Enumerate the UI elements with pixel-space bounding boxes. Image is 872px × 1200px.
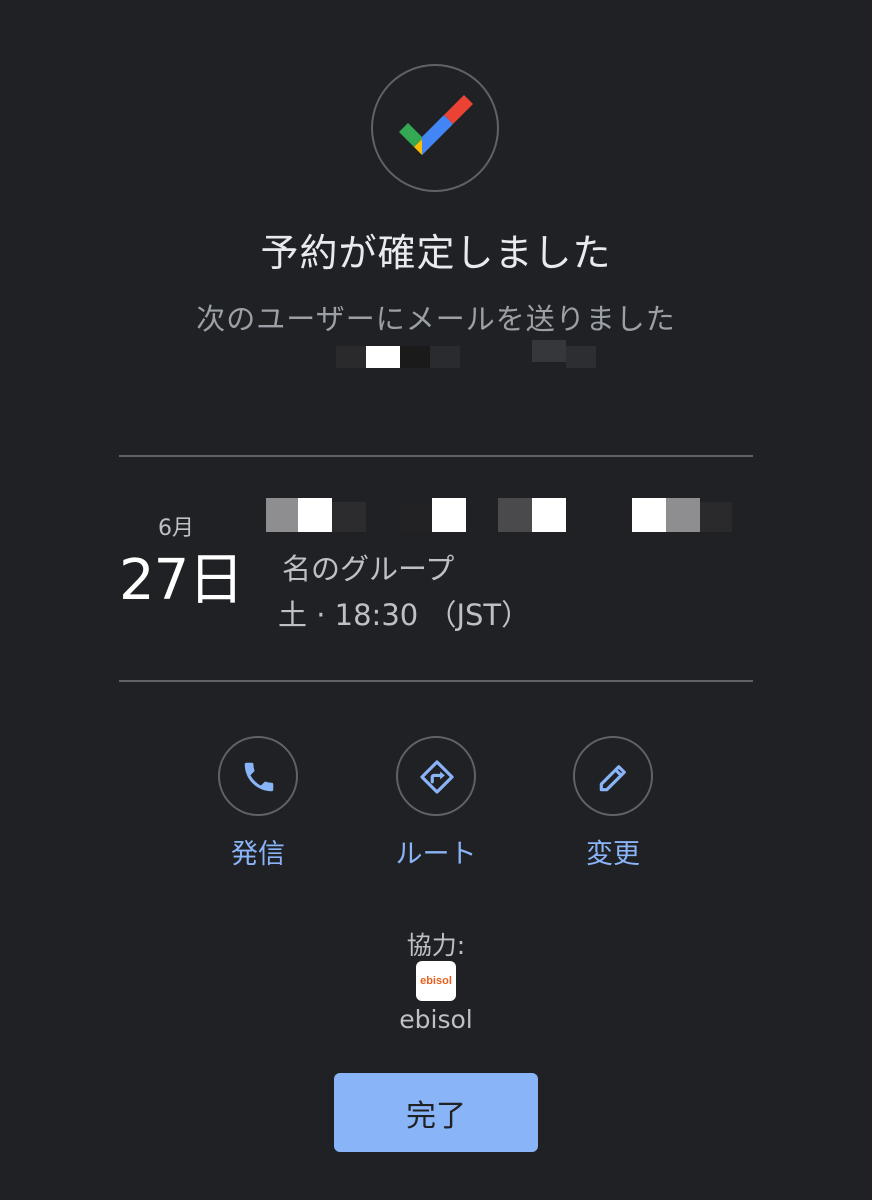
party-size: 名のグループ — [282, 552, 455, 586]
confirmation-subtitle: 次のユーザーにメールを送りました — [196, 302, 676, 336]
directions-button[interactable] — [396, 736, 476, 816]
directions-action[interactable]: ルート — [356, 736, 516, 871]
booking-confirmation-screen: 予約が確定しました 次のユーザーにメールを送りました 6月 27日 名のグループ… — [0, 0, 872, 1200]
edit-button[interactable] — [573, 736, 653, 816]
call-label[interactable]: 発信 — [178, 832, 338, 871]
confirmation-title: 予約が確定しました — [260, 231, 612, 275]
redacted-restaurant-name — [266, 498, 736, 532]
partner-logo-text: ebisol — [420, 975, 452, 987]
divider-top — [119, 455, 753, 457]
edit-action[interactable]: 変更 — [533, 736, 693, 871]
edit-pencil-icon — [599, 765, 626, 792]
booking-time: 土 · 18:30 （JST） — [278, 598, 531, 632]
divider-bottom — [119, 680, 753, 682]
directions-label[interactable]: ルート — [356, 832, 516, 871]
booking-day: 27日 — [119, 548, 244, 613]
phone-icon — [244, 762, 274, 792]
directions-icon — [420, 760, 454, 794]
powered-by-label: 協力: — [406, 931, 466, 960]
confirmation-check-icon — [371, 64, 499, 192]
call-button[interactable] — [218, 736, 298, 816]
partner-name: ebisol — [399, 1005, 473, 1034]
partner-logo: ebisol — [416, 961, 456, 1001]
edit-label[interactable]: 変更 — [533, 832, 693, 871]
call-action[interactable]: 発信 — [178, 736, 338, 871]
done-button[interactable]: 完了 — [334, 1073, 538, 1152]
